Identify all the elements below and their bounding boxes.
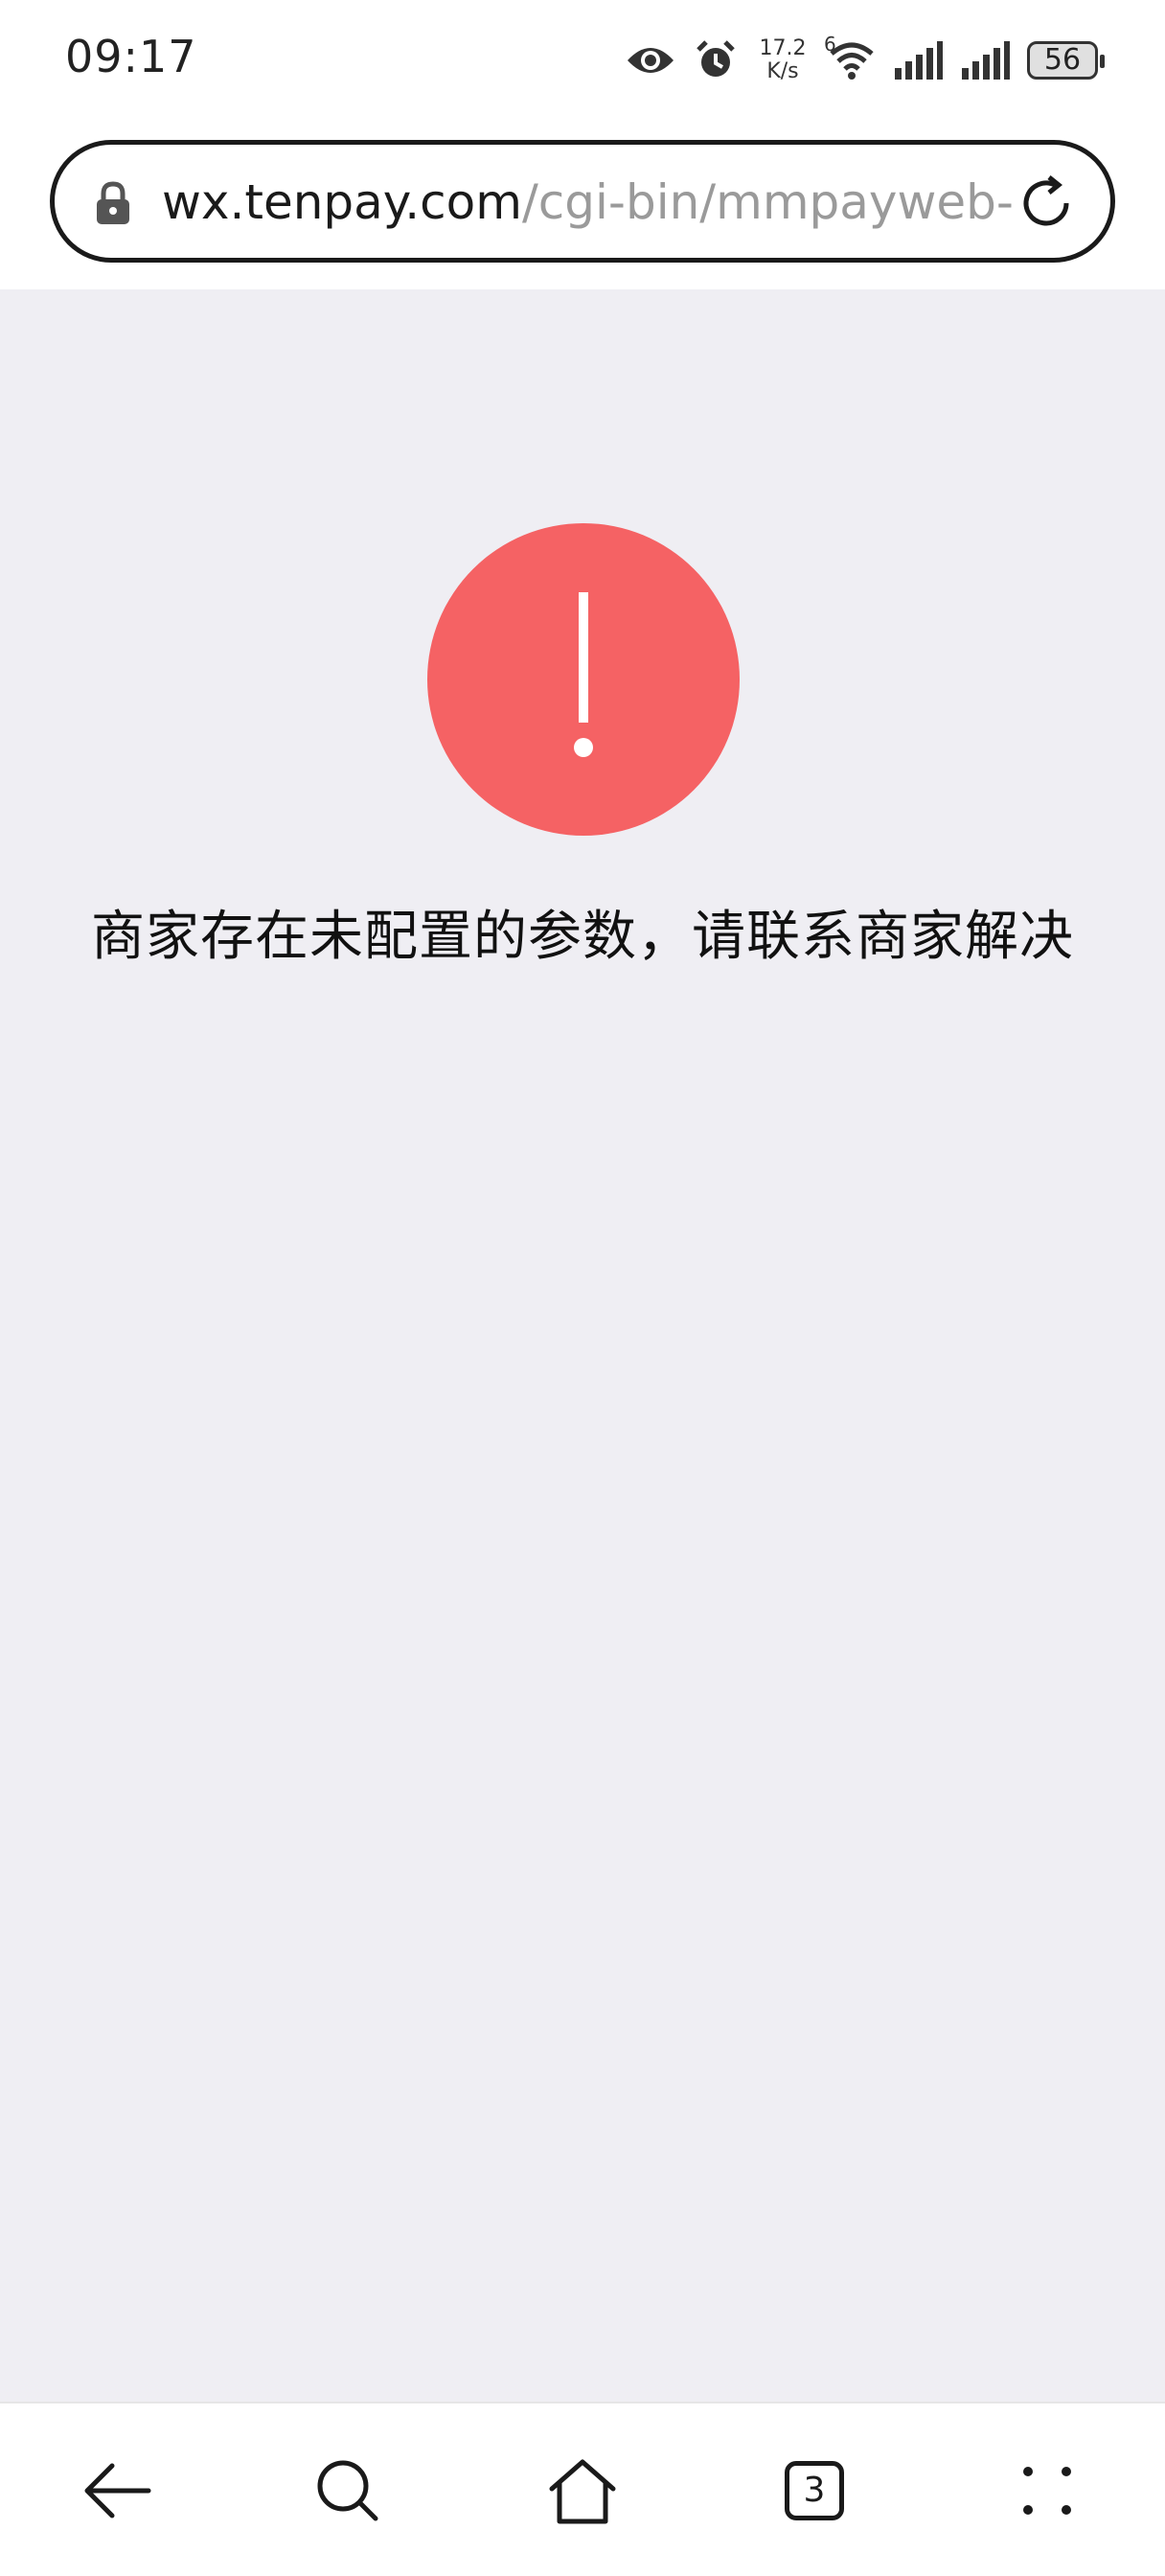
menu-icon — [1023, 2467, 1071, 2515]
status-time: 09:17 — [65, 31, 197, 82]
net-speed: 17.2 K/s — [755, 37, 811, 83]
search-icon — [317, 2460, 378, 2521]
back-icon — [84, 2463, 151, 2518]
back-button[interactable] — [75, 2448, 161, 2534]
bottom-nav: 3 — [0, 2402, 1165, 2576]
net-speed-unit: K/s — [766, 59, 799, 83]
menu-button[interactable] — [1004, 2448, 1090, 2534]
refresh-icon[interactable] — [1017, 173, 1076, 237]
error-message: 商家存在未配置的参数，请联系商家解决 — [91, 906, 1074, 968]
url-host: wx.tenpay.com — [162, 174, 522, 230]
eye-icon — [625, 41, 676, 80]
tabs-icon: 3 — [785, 2461, 844, 2520]
status-icons: 17.2 K/s 6 56 — [625, 27, 1105, 94]
url-text[interactable]: wx.tenpay.com/cgi-bin/mmpayweb- — [162, 172, 1024, 233]
tabs-button[interactable]: 3 — [771, 2448, 857, 2534]
page-content: 商家存在未配置的参数，请联系商家解决 — [0, 289, 1165, 2402]
alarm-icon — [694, 38, 738, 82]
error-badge — [427, 523, 740, 836]
home-button[interactable] — [539, 2448, 626, 2534]
url-path: /cgi-bin/mmpayweb- — [521, 174, 1014, 230]
signal-icon — [960, 41, 1010, 80]
exclamation-icon — [574, 592, 593, 757]
wifi-icon: 6 — [824, 33, 876, 80]
signal-icon — [893, 41, 943, 80]
net-speed-value: 17.2 — [759, 36, 807, 60]
wifi-label: 6 — [824, 33, 836, 56]
home-icon — [549, 2459, 616, 2524]
search-button[interactable] — [305, 2448, 391, 2534]
address-bar[interactable]: wx.tenpay.com/cgi-bin/mmpayweb- — [50, 140, 1115, 263]
lock-icon[interactable] — [95, 181, 131, 229]
battery-icon: 56 — [1027, 41, 1105, 80]
status-bar: 09:17 17.2 K/s 6 56 — [0, 0, 1165, 125]
